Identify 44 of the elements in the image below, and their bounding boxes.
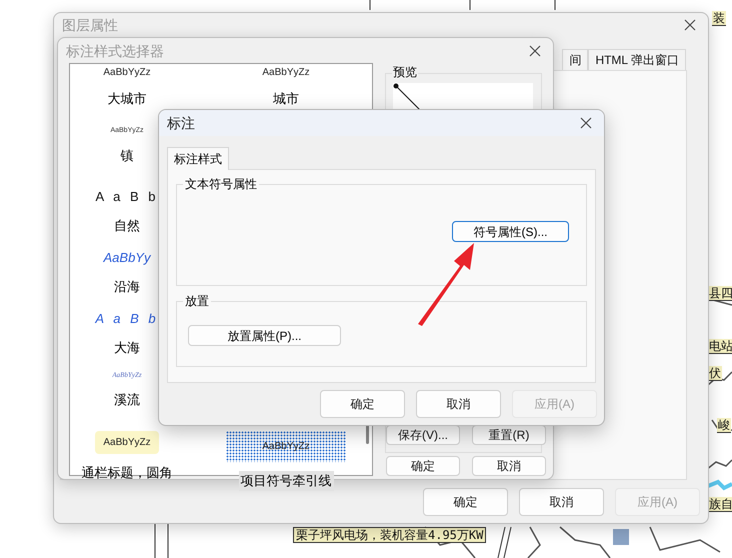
properties-button[interactable]: 符号属性(S)... <box>452 221 569 242</box>
map-label: 装 <box>712 11 726 26</box>
dialog-button[interactable]: 取消 <box>519 488 604 516</box>
dialog-button[interactable]: 保存(V)... <box>386 425 460 445</box>
arrow-icon <box>416 242 476 326</box>
style-name[interactable]: 城市 <box>271 89 301 108</box>
map-label: 县四 <box>708 286 732 301</box>
tab[interactable]: HTML 弹出窗口 <box>588 49 686 70</box>
map-label: 族自 <box>708 497 732 512</box>
window-title: 标注 <box>167 114 195 132</box>
dialog-button[interactable]: 确定 <box>320 390 405 418</box>
close-icon[interactable] <box>529 45 541 57</box>
dialog-button[interactable]: 确定 <box>423 488 508 516</box>
tab[interactable]: 间 <box>562 49 588 70</box>
dialog-button[interactable]: 确定 <box>386 456 460 476</box>
group-title: 文本符号属性 <box>183 177 259 191</box>
dialog-button[interactable]: 取消 <box>416 390 501 418</box>
dialog-button[interactable]: 取消 <box>472 456 546 476</box>
tab[interactable]: 标注样式 <box>167 147 229 170</box>
style-name[interactable]: 溪流 <box>112 390 142 409</box>
style-name[interactable]: 大城市 <box>106 89 148 108</box>
dialog-button[interactable]: 重置(R) <box>472 425 546 445</box>
map-label: 伏 <box>708 366 722 381</box>
style-sample: A a B b <box>96 188 158 206</box>
style-name[interactable]: 项目符号牵引线 <box>238 471 334 490</box>
close-icon[interactable] <box>684 19 696 31</box>
map-label: 栗子坪风电场，装机容量4.95万KW <box>293 527 486 543</box>
style-name[interactable]: 镇 <box>118 146 136 165</box>
callout-sample: AaBbYyZz <box>95 431 159 454</box>
close-icon[interactable] <box>580 117 592 129</box>
window-title: 标注样式选择器 <box>66 42 164 60</box>
properties-button[interactable]: 放置属性(P)... <box>188 325 341 346</box>
style-name[interactable]: 沿海 <box>112 276 142 296</box>
style-name[interactable]: 大海 <box>112 338 142 357</box>
group-title: 放置 <box>183 294 211 308</box>
style-name[interactable]: 通栏标题，圆角 <box>80 463 174 482</box>
style-name[interactable]: 自然 <box>112 216 142 235</box>
window-title: 图层属性 <box>62 16 118 34</box>
style-sample: A a B b <box>95 310 159 328</box>
style-sample: AaBbYyZz <box>103 66 151 80</box>
group-title: 预览 <box>392 65 418 79</box>
style-sample: AaBbYy <box>104 249 150 267</box>
style-sample: AaBbYyZz <box>262 66 310 80</box>
map-label: 峻 <box>717 418 731 433</box>
